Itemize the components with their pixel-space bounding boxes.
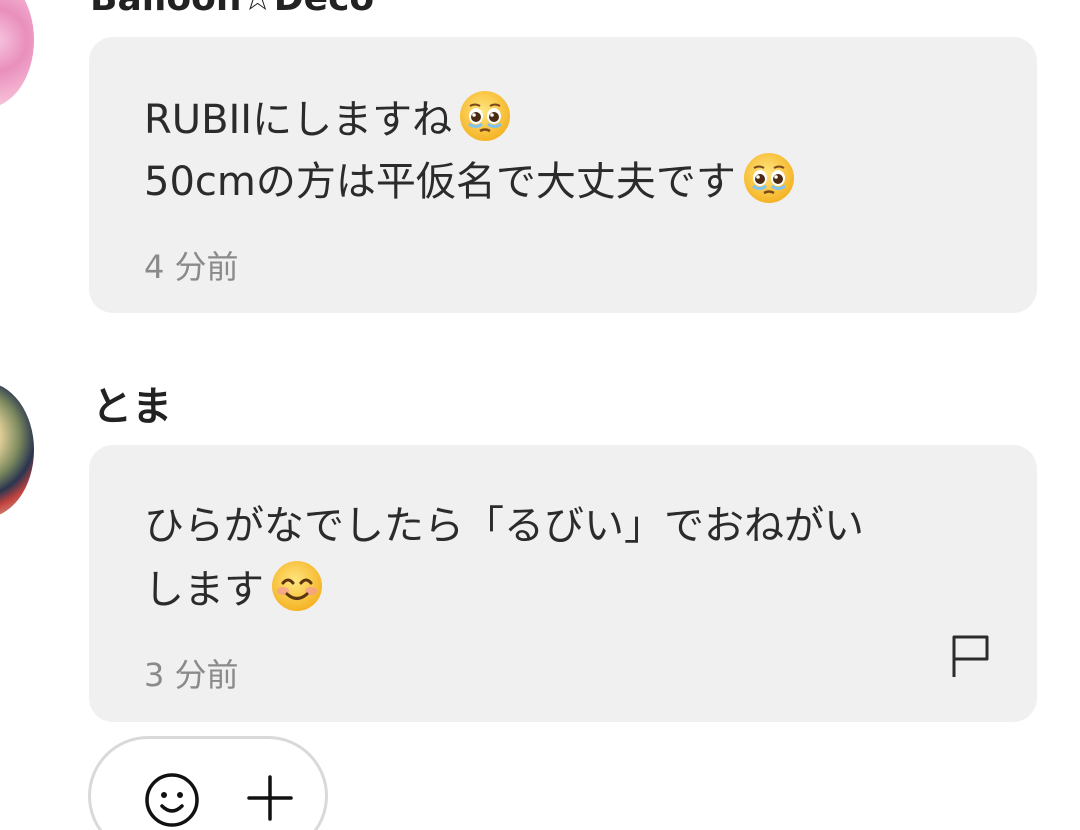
comment-timestamp: 4 分前 bbox=[144, 248, 239, 286]
comment-text-line: ひらがなでしたら「るびい」でおねがい bbox=[144, 493, 864, 551]
comment-text: RUBIIにしますね bbox=[144, 97, 453, 143]
report-flag-icon[interactable] bbox=[949, 633, 993, 679]
smiling-face-icon bbox=[272, 561, 322, 611]
comment-text: します bbox=[144, 567, 264, 613]
pleading-face-icon bbox=[743, 153, 794, 203]
comment-text-line: RUBIIにしますね bbox=[144, 87, 512, 145]
avatar[interactable] bbox=[0, 0, 34, 108]
comment-thread: Balloon☆Deco RUBIIにしますね bbox=[0, 0, 1080, 830]
comment-text: 50cmの方は平仮名で大丈夫です bbox=[144, 159, 736, 205]
comment-author[interactable]: とま bbox=[92, 374, 172, 432]
comment-author[interactable]: Balloon☆Deco bbox=[90, 0, 374, 19]
comment-bubble: ひらがなでしたら「るびい」でおねがい します 3 分前 bbox=[89, 445, 1037, 722]
comment-text-line: 50cmの方は平仮名で大丈夫です bbox=[144, 149, 796, 207]
comment-timestamp: 3 分前 bbox=[144, 656, 239, 694]
pleading-face-icon bbox=[460, 91, 511, 141]
avatar[interactable] bbox=[0, 382, 34, 518]
plus-icon[interactable] bbox=[245, 773, 295, 823]
comment-text-line: します bbox=[144, 557, 324, 615]
comment-text: ひらがなでしたら「るびい」でおねがい bbox=[144, 503, 864, 549]
reaction-bar bbox=[88, 736, 328, 830]
comment-bubble: RUBIIにしますね 50cmの方は平仮名で大丈夫です 4 分前 bbox=[89, 37, 1037, 313]
smile-icon[interactable] bbox=[143, 771, 201, 829]
